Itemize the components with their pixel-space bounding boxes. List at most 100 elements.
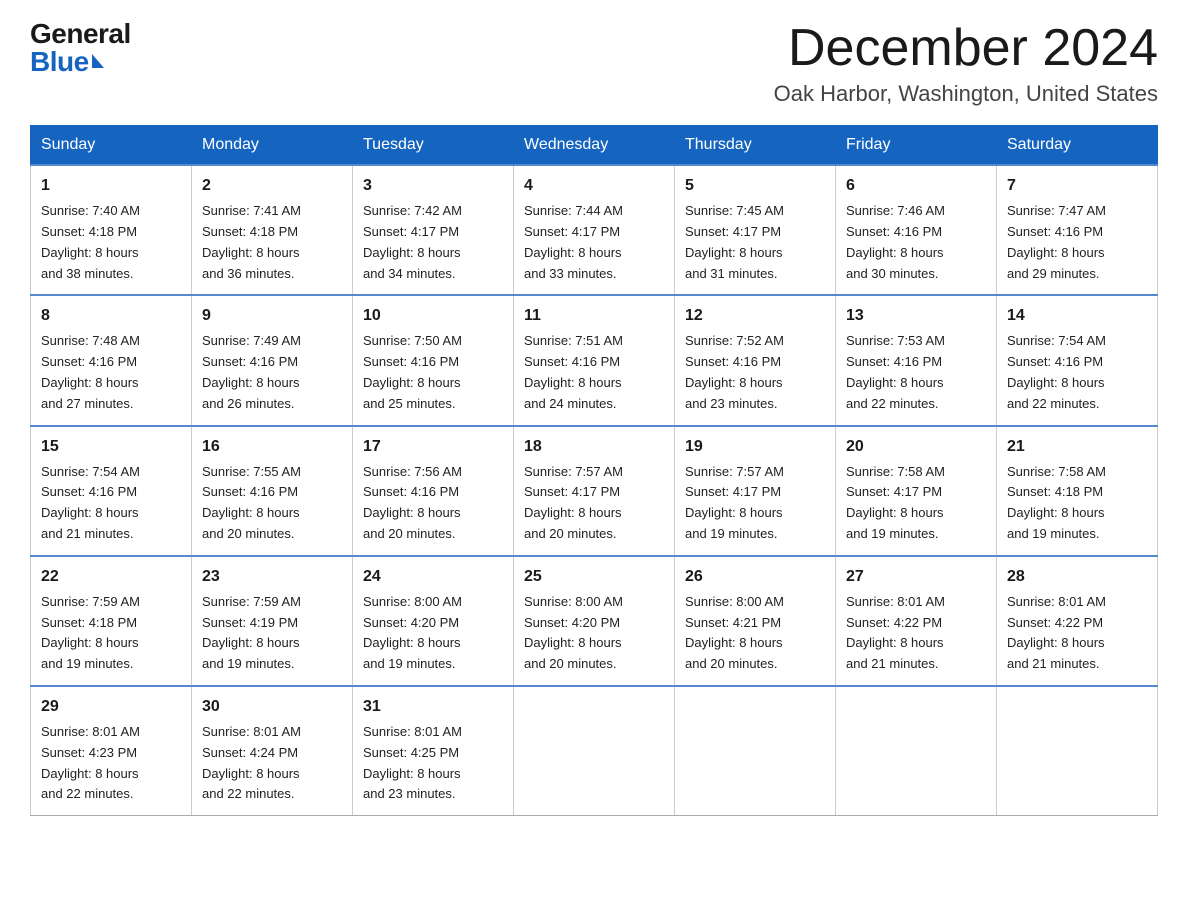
calendar-cell: 16 Sunrise: 7:55 AMSunset: 4:16 PMDaylig… <box>192 426 353 556</box>
day-number: 1 <box>41 174 181 198</box>
calendar-cell: 17 Sunrise: 7:56 AMSunset: 4:16 PMDaylig… <box>353 426 514 556</box>
calendar-cell: 20 Sunrise: 7:58 AMSunset: 4:17 PMDaylig… <box>836 426 997 556</box>
day-number: 18 <box>524 435 664 459</box>
day-info: Sunrise: 8:00 AMSunset: 4:21 PMDaylight:… <box>685 594 784 671</box>
day-number: 29 <box>41 695 181 719</box>
day-number: 16 <box>202 435 342 459</box>
calendar-cell: 5 Sunrise: 7:45 AMSunset: 4:17 PMDayligh… <box>675 165 836 295</box>
week-row-1: 1 Sunrise: 7:40 AMSunset: 4:18 PMDayligh… <box>31 165 1158 295</box>
day-info: Sunrise: 7:51 AMSunset: 4:16 PMDaylight:… <box>524 333 623 410</box>
week-row-5: 29 Sunrise: 8:01 AMSunset: 4:23 PMDaylig… <box>31 686 1158 816</box>
day-info: Sunrise: 7:40 AMSunset: 4:18 PMDaylight:… <box>41 203 140 280</box>
column-header-saturday: Saturday <box>997 126 1158 166</box>
day-info: Sunrise: 7:44 AMSunset: 4:17 PMDaylight:… <box>524 203 623 280</box>
day-info: Sunrise: 8:00 AMSunset: 4:20 PMDaylight:… <box>363 594 462 671</box>
day-number: 26 <box>685 565 825 589</box>
day-number: 30 <box>202 695 342 719</box>
day-number: 23 <box>202 565 342 589</box>
week-row-4: 22 Sunrise: 7:59 AMSunset: 4:18 PMDaylig… <box>31 556 1158 686</box>
day-number: 24 <box>363 565 503 589</box>
calendar-cell: 27 Sunrise: 8:01 AMSunset: 4:22 PMDaylig… <box>836 556 997 686</box>
day-number: 25 <box>524 565 664 589</box>
column-header-monday: Monday <box>192 126 353 166</box>
calendar-cell: 15 Sunrise: 7:54 AMSunset: 4:16 PMDaylig… <box>31 426 192 556</box>
day-number: 22 <box>41 565 181 589</box>
calendar-cell: 23 Sunrise: 7:59 AMSunset: 4:19 PMDaylig… <box>192 556 353 686</box>
calendar-cell: 26 Sunrise: 8:00 AMSunset: 4:21 PMDaylig… <box>675 556 836 686</box>
day-number: 17 <box>363 435 503 459</box>
day-number: 9 <box>202 304 342 328</box>
calendar-cell: 28 Sunrise: 8:01 AMSunset: 4:22 PMDaylig… <box>997 556 1158 686</box>
day-info: Sunrise: 7:54 AMSunset: 4:16 PMDaylight:… <box>1007 333 1106 410</box>
calendar-cell: 4 Sunrise: 7:44 AMSunset: 4:17 PMDayligh… <box>514 165 675 295</box>
day-number: 31 <box>363 695 503 719</box>
day-number: 14 <box>1007 304 1147 328</box>
day-info: Sunrise: 7:42 AMSunset: 4:17 PMDaylight:… <box>363 203 462 280</box>
calendar-header-row: SundayMondayTuesdayWednesdayThursdayFrid… <box>31 126 1158 166</box>
calendar-cell: 11 Sunrise: 7:51 AMSunset: 4:16 PMDaylig… <box>514 295 675 425</box>
page-header: General Blue December 2024 Oak Harbor, W… <box>30 20 1158 107</box>
calendar-cell: 30 Sunrise: 8:01 AMSunset: 4:24 PMDaylig… <box>192 686 353 816</box>
calendar-cell: 13 Sunrise: 7:53 AMSunset: 4:16 PMDaylig… <box>836 295 997 425</box>
calendar-cell: 21 Sunrise: 7:58 AMSunset: 4:18 PMDaylig… <box>997 426 1158 556</box>
day-info: Sunrise: 7:55 AMSunset: 4:16 PMDaylight:… <box>202 464 301 541</box>
logo-triangle-icon <box>92 54 104 68</box>
day-info: Sunrise: 7:59 AMSunset: 4:19 PMDaylight:… <box>202 594 301 671</box>
day-number: 3 <box>363 174 503 198</box>
column-header-friday: Friday <box>836 126 997 166</box>
calendar-cell: 29 Sunrise: 8:01 AMSunset: 4:23 PMDaylig… <box>31 686 192 816</box>
column-header-wednesday: Wednesday <box>514 126 675 166</box>
day-info: Sunrise: 7:53 AMSunset: 4:16 PMDaylight:… <box>846 333 945 410</box>
calendar-cell: 8 Sunrise: 7:48 AMSunset: 4:16 PMDayligh… <box>31 295 192 425</box>
calendar-cell: 1 Sunrise: 7:40 AMSunset: 4:18 PMDayligh… <box>31 165 192 295</box>
location-title: Oak Harbor, Washington, United States <box>774 81 1158 107</box>
title-block: December 2024 Oak Harbor, Washington, Un… <box>774 20 1158 107</box>
day-info: Sunrise: 8:01 AMSunset: 4:25 PMDaylight:… <box>363 724 462 801</box>
day-info: Sunrise: 7:46 AMSunset: 4:16 PMDaylight:… <box>846 203 945 280</box>
day-number: 19 <box>685 435 825 459</box>
calendar-cell: 12 Sunrise: 7:52 AMSunset: 4:16 PMDaylig… <box>675 295 836 425</box>
calendar-cell <box>514 686 675 816</box>
calendar-cell: 19 Sunrise: 7:57 AMSunset: 4:17 PMDaylig… <box>675 426 836 556</box>
day-info: Sunrise: 8:01 AMSunset: 4:22 PMDaylight:… <box>1007 594 1106 671</box>
day-number: 4 <box>524 174 664 198</box>
calendar-cell: 18 Sunrise: 7:57 AMSunset: 4:17 PMDaylig… <box>514 426 675 556</box>
day-info: Sunrise: 8:01 AMSunset: 4:23 PMDaylight:… <box>41 724 140 801</box>
calendar-cell <box>997 686 1158 816</box>
day-info: Sunrise: 8:00 AMSunset: 4:20 PMDaylight:… <box>524 594 623 671</box>
column-header-sunday: Sunday <box>31 126 192 166</box>
day-info: Sunrise: 7:59 AMSunset: 4:18 PMDaylight:… <box>41 594 140 671</box>
calendar-cell: 3 Sunrise: 7:42 AMSunset: 4:17 PMDayligh… <box>353 165 514 295</box>
day-number: 12 <box>685 304 825 328</box>
logo-blue-text: Blue <box>30 48 131 76</box>
logo: General Blue <box>30 20 131 76</box>
day-number: 8 <box>41 304 181 328</box>
week-row-2: 8 Sunrise: 7:48 AMSunset: 4:16 PMDayligh… <box>31 295 1158 425</box>
day-info: Sunrise: 7:52 AMSunset: 4:16 PMDaylight:… <box>685 333 784 410</box>
day-number: 15 <box>41 435 181 459</box>
day-info: Sunrise: 7:58 AMSunset: 4:17 PMDaylight:… <box>846 464 945 541</box>
calendar-cell: 10 Sunrise: 7:50 AMSunset: 4:16 PMDaylig… <box>353 295 514 425</box>
day-number: 27 <box>846 565 986 589</box>
day-number: 7 <box>1007 174 1147 198</box>
logo-general-text: General <box>30 20 131 48</box>
calendar-cell: 25 Sunrise: 8:00 AMSunset: 4:20 PMDaylig… <box>514 556 675 686</box>
day-number: 5 <box>685 174 825 198</box>
calendar-cell: 2 Sunrise: 7:41 AMSunset: 4:18 PMDayligh… <box>192 165 353 295</box>
calendar-cell <box>675 686 836 816</box>
day-number: 11 <box>524 304 664 328</box>
calendar-cell: 31 Sunrise: 8:01 AMSunset: 4:25 PMDaylig… <box>353 686 514 816</box>
calendar-cell: 24 Sunrise: 8:00 AMSunset: 4:20 PMDaylig… <box>353 556 514 686</box>
calendar-cell: 14 Sunrise: 7:54 AMSunset: 4:16 PMDaylig… <box>997 295 1158 425</box>
day-info: Sunrise: 7:57 AMSunset: 4:17 PMDaylight:… <box>685 464 784 541</box>
day-number: 28 <box>1007 565 1147 589</box>
day-number: 21 <box>1007 435 1147 459</box>
day-info: Sunrise: 7:41 AMSunset: 4:18 PMDaylight:… <box>202 203 301 280</box>
day-number: 10 <box>363 304 503 328</box>
calendar-table: SundayMondayTuesdayWednesdayThursdayFrid… <box>30 125 1158 816</box>
day-info: Sunrise: 7:50 AMSunset: 4:16 PMDaylight:… <box>363 333 462 410</box>
column-header-tuesday: Tuesday <box>353 126 514 166</box>
month-title: December 2024 <box>774 20 1158 77</box>
column-header-thursday: Thursday <box>675 126 836 166</box>
day-info: Sunrise: 7:54 AMSunset: 4:16 PMDaylight:… <box>41 464 140 541</box>
